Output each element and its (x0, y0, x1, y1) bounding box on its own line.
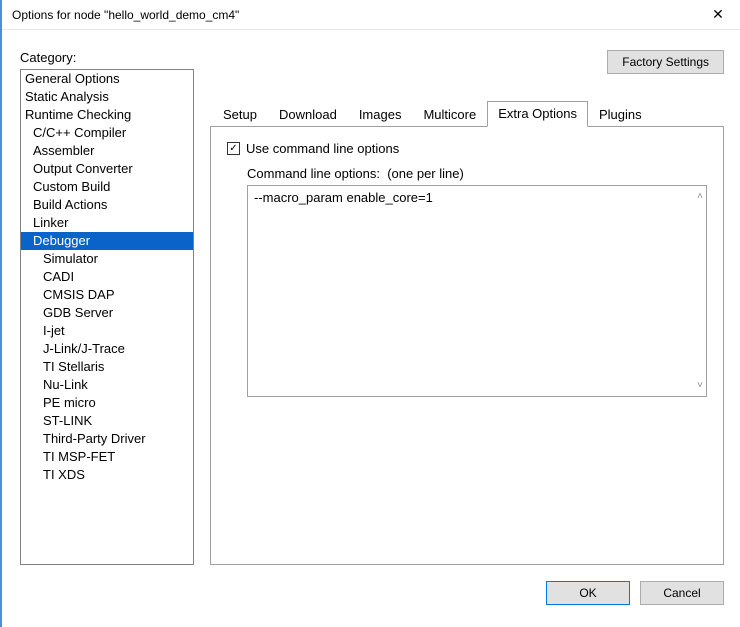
category-item[interactable]: Simulator (21, 250, 193, 268)
category-item[interactable]: Nu-Link (21, 376, 193, 394)
category-item[interactable]: I-jet (21, 322, 193, 340)
tab-setup[interactable]: Setup (212, 102, 268, 127)
tab-plugins[interactable]: Plugins (588, 102, 653, 127)
category-item[interactable]: Debugger (21, 232, 193, 250)
category-item[interactable]: TI Stellaris (21, 358, 193, 376)
category-listbox[interactable]: General OptionsStatic AnalysisRuntime Ch… (20, 69, 194, 565)
category-item[interactable]: Assembler (21, 142, 193, 160)
cmdline-textarea[interactable] (247, 185, 707, 397)
window-title: Options for node "hello_world_demo_cm4" (12, 8, 239, 22)
right-column: Factory Settings SetupDownloadImagesMult… (210, 50, 724, 565)
tab-extra-options[interactable]: Extra Options (487, 101, 588, 127)
top-button-row: Factory Settings (210, 50, 724, 74)
cancel-button[interactable]: Cancel (640, 581, 724, 605)
category-label: Category: (20, 50, 194, 65)
use-cmdline-checkbox[interactable]: ✓ (227, 142, 240, 155)
category-item[interactable]: Output Converter (21, 160, 193, 178)
use-cmdline-label: Use command line options (246, 141, 399, 156)
category-item[interactable]: GDB Server (21, 304, 193, 322)
category-item[interactable]: Custom Build (21, 178, 193, 196)
category-item[interactable]: CADI (21, 268, 193, 286)
dialog-body: Category: General OptionsStatic Analysis… (2, 30, 740, 575)
cmdline-field-label: Command line options: (one per line) (247, 166, 707, 181)
factory-settings-button[interactable]: Factory Settings (607, 50, 724, 74)
category-item[interactable]: ST-LINK (21, 412, 193, 430)
tab-content-extra-options: ✓ Use command line options Command line … (210, 126, 724, 565)
tab-panel: SetupDownloadImagesMulticoreExtra Option… (210, 100, 724, 565)
category-item[interactable]: Third-Party Driver (21, 430, 193, 448)
category-item[interactable]: General Options (21, 70, 193, 88)
tab-multicore[interactable]: Multicore (412, 102, 487, 127)
category-item[interactable]: Linker (21, 214, 193, 232)
category-item[interactable]: J-Link/J-Trace (21, 340, 193, 358)
ok-button[interactable]: OK (546, 581, 630, 605)
category-item[interactable]: TI XDS (21, 466, 193, 484)
category-item[interactable]: PE micro (21, 394, 193, 412)
tab-strip: SetupDownloadImagesMulticoreExtra Option… (210, 100, 724, 126)
use-cmdline-row: ✓ Use command line options (227, 141, 707, 156)
category-item[interactable]: CMSIS DAP (21, 286, 193, 304)
category-item[interactable]: Runtime Checking (21, 106, 193, 124)
category-item[interactable]: Build Actions (21, 196, 193, 214)
category-item[interactable]: TI MSP-FET (21, 448, 193, 466)
titlebar: Options for node "hello_world_demo_cm4" … (2, 0, 740, 30)
dialog-button-row: OK Cancel (2, 575, 740, 619)
category-item[interactable]: Static Analysis (21, 88, 193, 106)
category-item[interactable]: C/C++ Compiler (21, 124, 193, 142)
tab-images[interactable]: Images (348, 102, 413, 127)
close-icon[interactable]: ✕ (708, 6, 728, 23)
category-column: Category: General OptionsStatic Analysis… (20, 50, 194, 565)
tab-download[interactable]: Download (268, 102, 348, 127)
cmdline-textarea-wrap: ˄ ˅ (247, 185, 707, 397)
